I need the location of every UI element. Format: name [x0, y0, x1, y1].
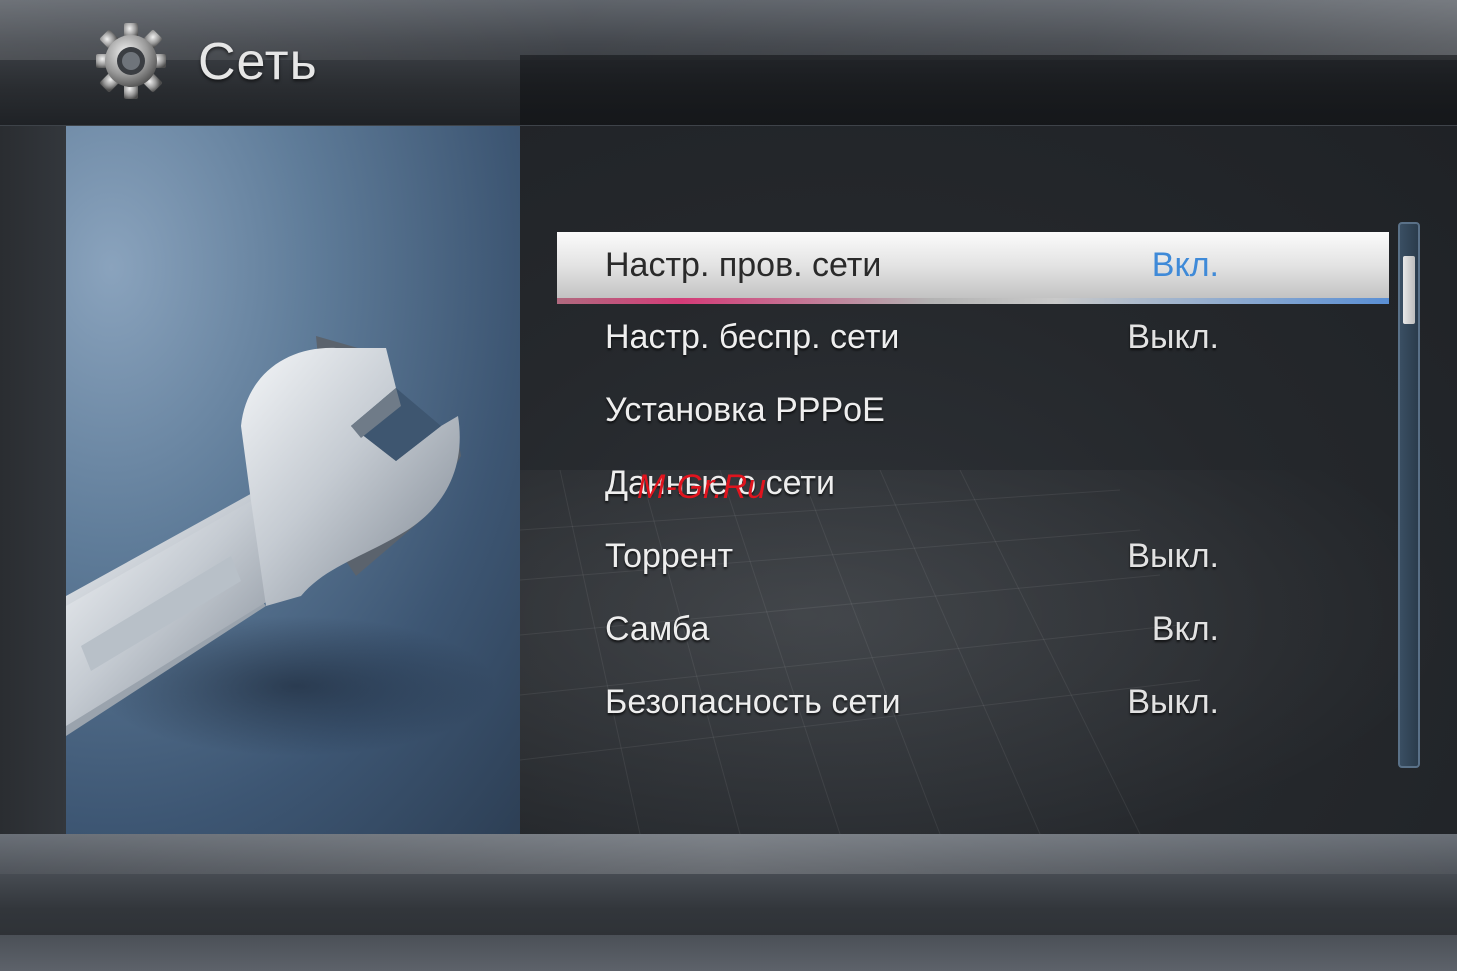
illustration-panel [66, 126, 520, 834]
menu-item-value: Выкл. [1127, 318, 1219, 356]
menu-item-label: Самба [605, 610, 710, 648]
watermark: M-Gr.Ru [637, 468, 767, 506]
menu-item-network-security[interactable]: Безопасность сети Выкл. [557, 669, 1389, 742]
page-title: Сеть [198, 33, 318, 91]
left-edge-strip [0, 126, 66, 834]
menu-item-label: Настр. беспр. сети [605, 318, 900, 356]
gear-icon [95, 22, 167, 100]
menu-item-value: Выкл. [1127, 683, 1219, 721]
menu-item-wireless-network[interactable]: Настр. беспр. сети Выкл. [557, 304, 1389, 377]
menu-item-label: Настр. пров. сети [605, 246, 882, 284]
menu-item-label: Установка PPPoE [605, 391, 885, 429]
header-dark-band [520, 55, 1457, 125]
menu-item-label: Безопасность сети [605, 683, 901, 721]
menu-item-label: Торрент [605, 537, 734, 575]
menu-item-value: Вкл. [1151, 610, 1219, 648]
menu-scrollbar[interactable] [1398, 222, 1420, 768]
menu-item-pppoe-setup[interactable]: Установка PPPoE [557, 377, 1389, 450]
menu-item-torrent[interactable]: Торрент Выкл. [557, 523, 1389, 596]
footer-sheen [0, 834, 1457, 874]
menu-item-value: Вкл. [1151, 246, 1219, 284]
menu-item-value: Выкл. [1127, 537, 1219, 575]
wrench-icon [66, 336, 496, 756]
menu-item-wired-network[interactable]: Настр. пров. сети Вкл. [557, 232, 1389, 304]
menu-item-samba[interactable]: Самба Вкл. [557, 596, 1389, 669]
scrollbar-thumb[interactable] [1403, 256, 1415, 324]
footer-bottom-band [0, 935, 1457, 971]
